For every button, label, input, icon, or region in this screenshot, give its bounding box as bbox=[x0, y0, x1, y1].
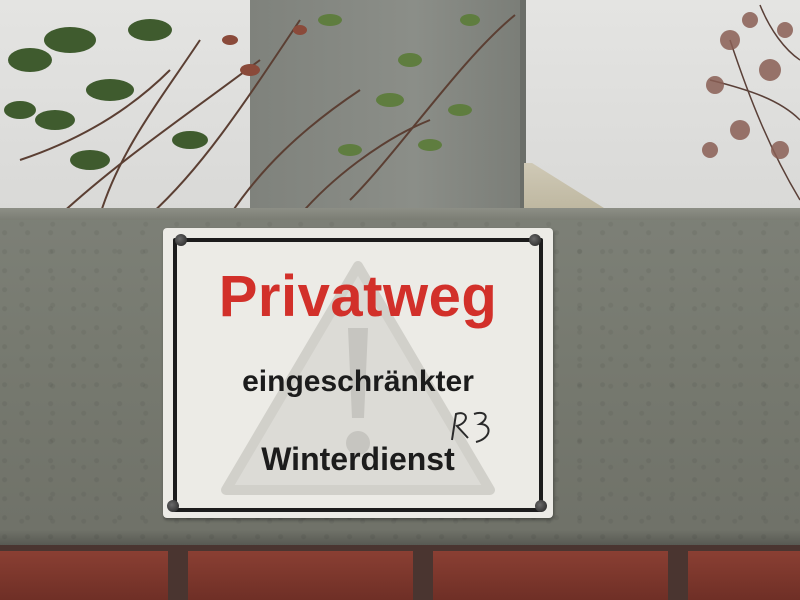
photo-scene: Privatweg eingeschränkter Winterdienst bbox=[0, 0, 800, 600]
privatweg-sign: Privatweg eingeschränkter Winterdienst bbox=[163, 228, 553, 518]
shrub-left bbox=[4, 14, 516, 216]
wall-cap bbox=[0, 208, 800, 220]
brick bbox=[688, 551, 800, 600]
screw bbox=[535, 500, 547, 512]
sign-title: Privatweg bbox=[218, 264, 498, 329]
screw bbox=[167, 500, 179, 512]
tree-right bbox=[702, 4, 800, 201]
sign-line-1: eingeschränkter bbox=[242, 365, 474, 398]
brick bbox=[433, 551, 668, 600]
graffiti-scribble bbox=[451, 412, 490, 443]
brick bbox=[0, 551, 168, 600]
screw bbox=[529, 234, 541, 246]
screw bbox=[175, 234, 187, 246]
brick bbox=[188, 551, 413, 600]
